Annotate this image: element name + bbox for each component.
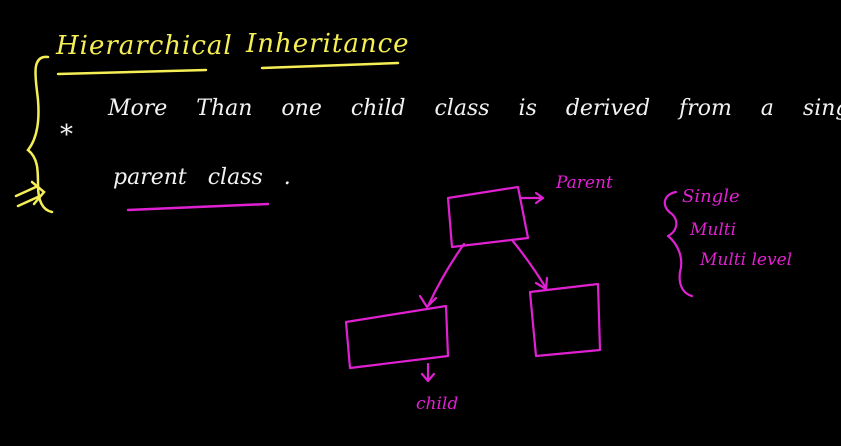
definition-line-2: parent class . [113, 165, 291, 190]
heading-word-hierarchical: Hierarchical [56, 31, 233, 61]
types-brace [663, 190, 694, 298]
type-multi-level: Multi level [700, 250, 793, 270]
parent-label-arrow [518, 191, 545, 205]
parent-box [446, 185, 530, 249]
heading-word-inheritance: Inheritance [246, 29, 410, 59]
parent-class-underline [126, 202, 270, 212]
type-single: Single [682, 186, 740, 207]
type-multi: Multi [690, 220, 737, 240]
heading-underline-2 [260, 61, 400, 70]
right-child-box [528, 282, 602, 358]
heading-underline-1 [56, 68, 208, 76]
arrow-to-left-child [418, 242, 466, 309]
bullet-asterisk: * [60, 120, 73, 150]
parent-label: Parent [556, 173, 613, 193]
child-label: child [416, 394, 459, 414]
child-label-arrow [420, 362, 436, 383]
arrow-to-right-child [510, 238, 549, 291]
left-child-box [344, 304, 450, 370]
definition-line-1: More Than one child class is derived fro… [108, 96, 841, 121]
